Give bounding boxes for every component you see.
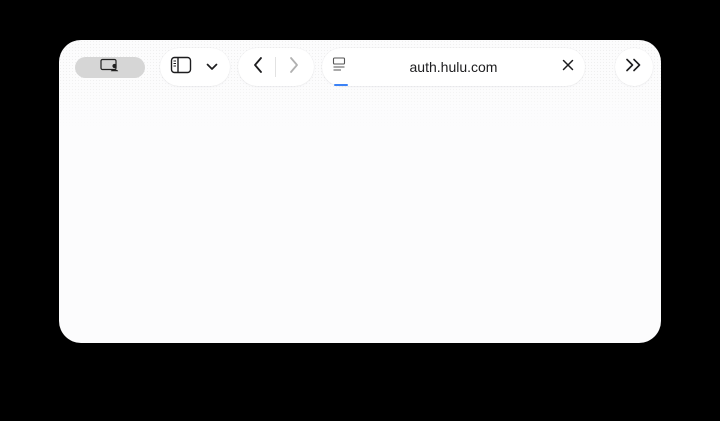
page-load-progress bbox=[334, 84, 348, 86]
chevron-left-icon bbox=[253, 56, 263, 79]
sidebar-controls bbox=[160, 48, 230, 86]
nav-divider bbox=[275, 57, 276, 77]
sidebar-icon bbox=[170, 56, 192, 79]
back-button[interactable] bbox=[242, 48, 274, 86]
toolbar-overflow-button[interactable] bbox=[615, 48, 653, 86]
navigation-controls bbox=[238, 48, 314, 86]
sidebar-toggle-button[interactable] bbox=[160, 48, 202, 86]
browser-window: auth.hulu.com bbox=[59, 40, 661, 343]
web-content-area[interactable] bbox=[59, 94, 661, 343]
chevron-down-icon bbox=[206, 58, 218, 76]
address-bar[interactable]: auth.hulu.com bbox=[322, 48, 585, 86]
overflow-button-inner[interactable] bbox=[615, 48, 653, 86]
url-text[interactable]: auth.hulu.com bbox=[322, 48, 585, 86]
sidebar-menu-button[interactable] bbox=[200, 48, 224, 86]
window-person-icon bbox=[100, 58, 120, 77]
double-chevron-right-icon bbox=[625, 58, 643, 77]
profile-button[interactable] bbox=[75, 57, 145, 78]
close-icon bbox=[562, 58, 574, 76]
chevron-right-icon bbox=[289, 56, 299, 79]
forward-button[interactable] bbox=[278, 48, 310, 86]
stop-loading-button[interactable] bbox=[553, 48, 583, 86]
